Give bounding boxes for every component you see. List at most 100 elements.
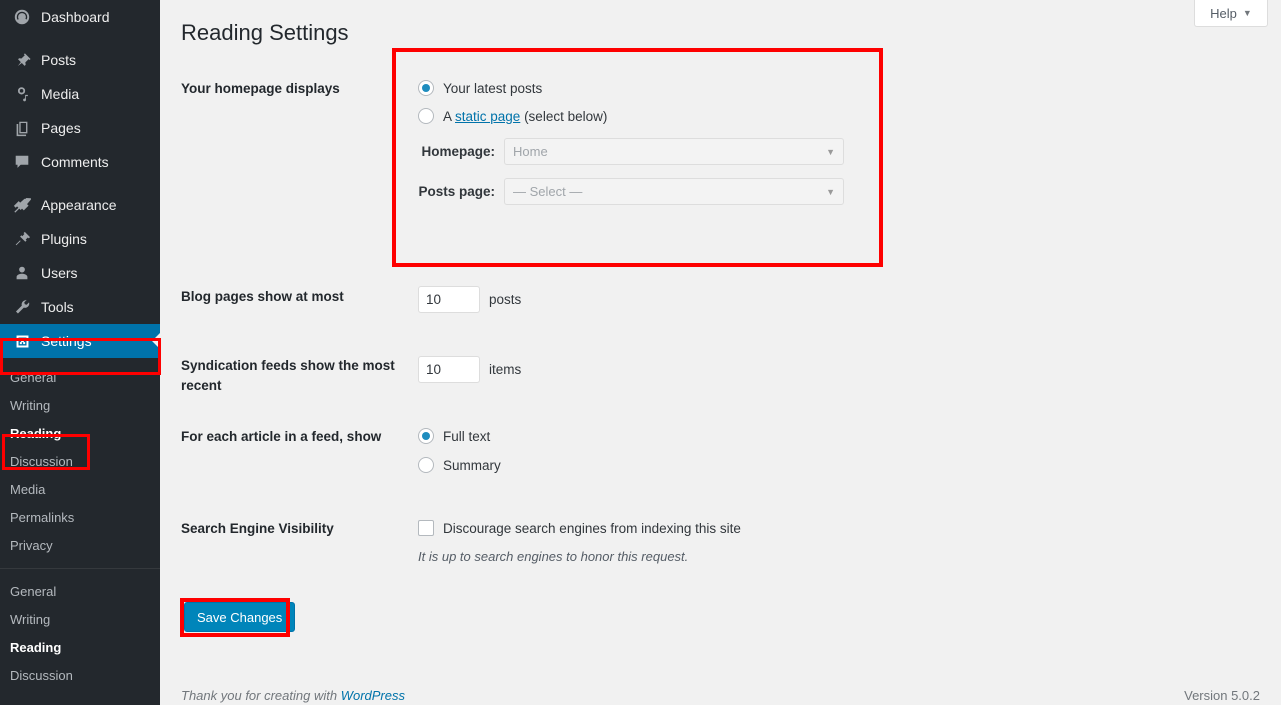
submenu-divider [0, 568, 160, 569]
submenu-item-reading[interactable]: Reading [0, 420, 160, 448]
chevron-down-icon: ▼ [826, 147, 835, 157]
sidebar-item-label: Users [41, 266, 78, 281]
sidebar-item-label: Plugins [41, 232, 87, 247]
form-row-syndication: Syndication feeds show the most recent i… [181, 346, 1141, 415]
posts-page-select[interactable]: — Select — ▼ [504, 178, 844, 205]
help-label: Help [1210, 6, 1237, 21]
radio-option-full-text[interactable]: Full text [418, 428, 1141, 444]
sidebar-item-dashboard[interactable]: Dashboard [0, 0, 160, 34]
radio-latest-posts[interactable] [418, 80, 434, 96]
radio-option-static-page[interactable]: A static page (select below) [418, 108, 1141, 124]
sidebar-item-label: Settings [41, 334, 92, 349]
save-changes-button[interactable]: Save Changes [184, 602, 295, 632]
sidebar-item-media[interactable]: Media [0, 77, 160, 111]
checkbox-option-discourage[interactable]: Discourage search engines from indexing … [418, 520, 1141, 536]
wordpress-link[interactable]: WordPress [341, 688, 405, 703]
sidebar-item-appearance[interactable]: Appearance [0, 188, 160, 222]
homepage-select-row: Homepage: Home ▼ [418, 138, 1141, 165]
submenu2-item-reading[interactable]: Reading [0, 634, 160, 662]
sidebar-item-label: Pages [41, 121, 81, 136]
field-control-syndication: items [397, 346, 1141, 415]
discourage-checkbox[interactable] [418, 520, 434, 536]
sidebar-item-label: Dashboard [41, 10, 110, 25]
footer-credit: Thank you for creating with WordPress [181, 687, 405, 705]
sidebar-separator [0, 34, 160, 43]
reading-settings-form: Your homepage displays Your latest posts… [181, 68, 1141, 564]
submenu2-item-general[interactable]: General [0, 578, 160, 606]
submenu-item-permalinks[interactable]: Permalinks [0, 504, 160, 532]
submenu-item-media[interactable]: Media [0, 476, 160, 504]
field-label-homepage-displays: Your homepage displays [181, 68, 397, 276]
syndication-input[interactable] [418, 356, 480, 383]
sidebar-item-plugins[interactable]: Plugins [0, 222, 160, 256]
posts-page-select-value: — Select — [513, 184, 582, 199]
appearance-icon [12, 195, 32, 215]
blog-pages-input[interactable] [418, 286, 480, 313]
comments-icon [12, 152, 32, 172]
field-label-search-visibility: Search Engine Visibility [181, 507, 397, 564]
form-row-blog-pages: Blog pages show at most posts [181, 276, 1141, 346]
submenu-item-general[interactable]: General [0, 364, 160, 392]
settings-submenu-secondary: General Writing Reading Discussion [0, 578, 160, 690]
field-label-feed-article: For each article in a feed, show [181, 415, 397, 507]
field-control-feed-article: Full text Summary [397, 415, 1141, 507]
users-icon [12, 263, 32, 283]
radio-label-latest-posts: Your latest posts [443, 81, 542, 96]
sidebar-item-comments[interactable]: Comments [0, 145, 160, 179]
sidebar-menu-group-top: Dashboard Posts Media Pages [0, 0, 160, 358]
static-suffix: (select below) [520, 109, 607, 124]
footer-thanks-text: Thank you for creating with [181, 688, 341, 703]
submenu-item-privacy[interactable]: Privacy [0, 532, 160, 560]
sidebar-separator [0, 179, 160, 188]
sidebar-item-users[interactable]: Users [0, 256, 160, 290]
sidebar-item-posts[interactable]: Posts [0, 43, 160, 77]
media-icon [12, 84, 32, 104]
radio-static-page[interactable] [418, 108, 434, 124]
submenu2-item-writing[interactable]: Writing [0, 606, 160, 634]
radio-full-text[interactable] [418, 428, 434, 444]
submenu-item-writing[interactable]: Writing [0, 392, 160, 420]
radio-option-summary[interactable]: Summary [418, 457, 1141, 473]
checkbox-label-discourage: Discourage search engines from indexing … [443, 521, 741, 536]
form-row-search-visibility: Search Engine Visibility Discourage sear… [181, 507, 1141, 564]
homepage-select-value: Home [513, 144, 548, 159]
static-page-link[interactable]: static page [455, 109, 520, 124]
field-label-blog-pages: Blog pages show at most [181, 276, 397, 346]
form-row-feed-article: For each article in a feed, show Full te… [181, 415, 1141, 507]
chevron-down-icon: ▼ [826, 187, 835, 197]
form-row-homepage-displays: Your homepage displays Your latest posts… [181, 68, 1141, 276]
sidebar-item-label: Posts [41, 53, 76, 68]
syndication-unit: items [489, 362, 521, 377]
page-title: Reading Settings [181, 19, 349, 48]
footer-version: Version 5.0.2 [1184, 687, 1260, 705]
help-toggle-button[interactable]: Help ▼ [1194, 0, 1268, 27]
sidebar-item-settings[interactable]: Settings [0, 324, 160, 358]
posts-page-select-row: Posts page: — Select — ▼ [418, 178, 1141, 205]
settings-submenu-primary: General Writing Reading Discussion Media… [0, 358, 160, 560]
field-control-homepage-displays: Your latest posts A static page (select … [397, 68, 1141, 276]
field-control-search-visibility: Discourage search engines from indexing … [397, 507, 1141, 564]
settings-icon [12, 331, 32, 351]
sidebar-item-label: Media [41, 87, 79, 102]
sidebar-item-pages[interactable]: Pages [0, 111, 160, 145]
dashboard-icon [12, 7, 32, 27]
blog-pages-unit: posts [489, 292, 521, 307]
submenu-item-discussion[interactable]: Discussion [0, 448, 160, 476]
sidebar-item-label: Comments [41, 155, 109, 170]
sidebar-item-tools[interactable]: Tools [0, 290, 160, 324]
static-page-selects: Homepage: Home ▼ Posts page: — Select — … [418, 124, 1141, 205]
submenu2-item-discussion[interactable]: Discussion [0, 662, 160, 690]
homepage-select-label: Homepage: [418, 144, 504, 159]
posts-page-select-label: Posts page: [418, 184, 504, 199]
homepage-select[interactable]: Home ▼ [504, 138, 844, 165]
static-prefix: A [443, 109, 455, 124]
radio-label-summary: Summary [443, 458, 501, 473]
radio-summary[interactable] [418, 457, 434, 473]
pages-icon [12, 118, 32, 138]
radio-option-latest-posts[interactable]: Your latest posts [418, 80, 1141, 96]
sidebar-item-label: Appearance [41, 198, 117, 213]
sidebar-item-label: Tools [41, 300, 74, 315]
plugins-icon [12, 229, 32, 249]
field-label-syndication: Syndication feeds show the most recent [181, 346, 397, 415]
pin-icon [12, 50, 32, 70]
